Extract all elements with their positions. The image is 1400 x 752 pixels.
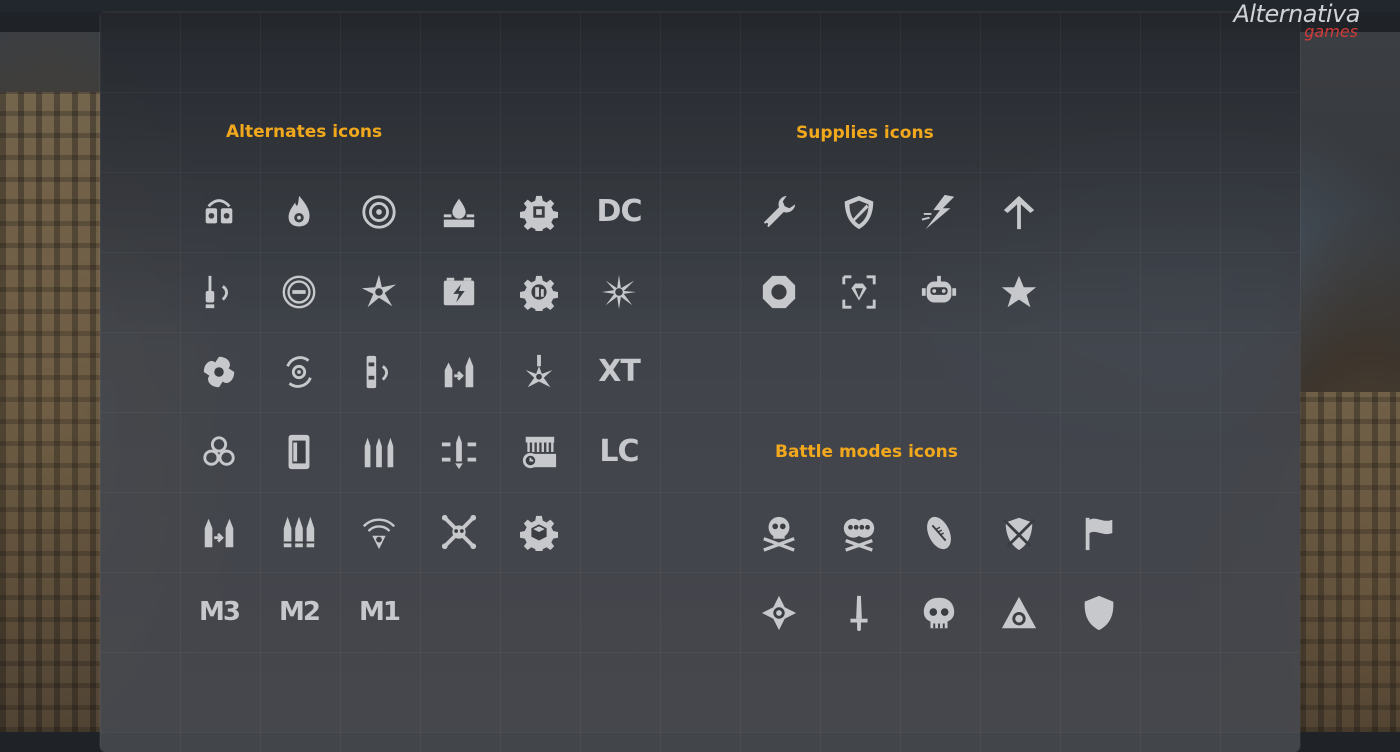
gear-brain-icon (519, 272, 559, 312)
battle-modes-title: Battle modes icons (775, 442, 958, 462)
text-icon-label: LC (599, 434, 639, 469)
text-icon-xt: XT (598, 352, 641, 392)
triple-ammo-icon (279, 512, 319, 552)
building-left (0, 92, 100, 732)
gear-chip-icon (519, 192, 559, 232)
sword-icon (839, 593, 879, 633)
text-icon-label: M3 (199, 597, 241, 627)
cycle-orb-icon (279, 352, 319, 392)
skull-crossbones-icon (759, 513, 799, 553)
shield-slash-icon (839, 192, 879, 232)
wrench-icon (759, 192, 799, 232)
star-icon (999, 272, 1039, 312)
building-right (1300, 392, 1400, 732)
gear-cube-icon (519, 512, 559, 552)
brand-logo[interactable]: Alternativa games (1233, 2, 1360, 40)
text-icon-m2: M2 (279, 592, 321, 632)
water-puddle-icon (439, 192, 479, 232)
text-icon-dc: DC (596, 192, 643, 232)
alternates-title: Alternates icons (226, 122, 383, 142)
battery-charge-icon (439, 272, 479, 312)
canister-reload-icon (359, 352, 399, 392)
text-icon-m1: M1 (359, 592, 401, 632)
text-icon-label: M2 (279, 597, 321, 627)
text-icon-lc: LC (599, 432, 639, 472)
robot-head-icon (919, 272, 959, 312)
fuel-tanks-icon (199, 192, 239, 232)
top-bar (0, 0, 1400, 12)
plain-shield-icon (1079, 593, 1119, 633)
up-arrow-icon (999, 192, 1039, 232)
crossbones-x-icon (439, 512, 479, 552)
skull-icon (919, 593, 959, 633)
text-icon-m3: M3 (199, 592, 241, 632)
missile-spread-icon (439, 432, 479, 472)
timed-charge-icon (519, 432, 559, 472)
triple-shells-icon (359, 432, 399, 472)
rugby-ball-icon (919, 513, 959, 553)
concentric-rings-icon (279, 272, 319, 312)
starburst-icon (599, 272, 639, 312)
spiral-vortex-icon (199, 352, 239, 392)
supplies-title: Supplies icons (796, 123, 934, 143)
octagon-ring-icon (759, 272, 799, 312)
lightning-strike-icon (919, 192, 959, 232)
wireless-drone-icon (359, 512, 399, 552)
triangle-ring-icon (999, 593, 1039, 633)
compass-diamond-icon (759, 593, 799, 633)
ammo-transfer-icon (199, 512, 239, 552)
text-icon-label: M1 (359, 597, 401, 627)
flame-core-icon (279, 192, 319, 232)
vortex-star-icon (359, 272, 399, 312)
shell-transfer-icon (439, 352, 479, 392)
triskelion-icon (199, 432, 239, 472)
diamond-frame-icon (839, 272, 879, 312)
turbine-ring-icon (359, 192, 399, 232)
flag-icon (1079, 513, 1119, 553)
laser-burst-icon (519, 352, 559, 392)
shield-swords-icon (999, 513, 1039, 553)
double-skull-icon (839, 513, 879, 553)
magazine-card-icon (279, 432, 319, 472)
dropper-reload-icon (199, 272, 239, 312)
text-icon-label: XT (598, 354, 641, 389)
text-icon-label: DC (596, 194, 643, 229)
